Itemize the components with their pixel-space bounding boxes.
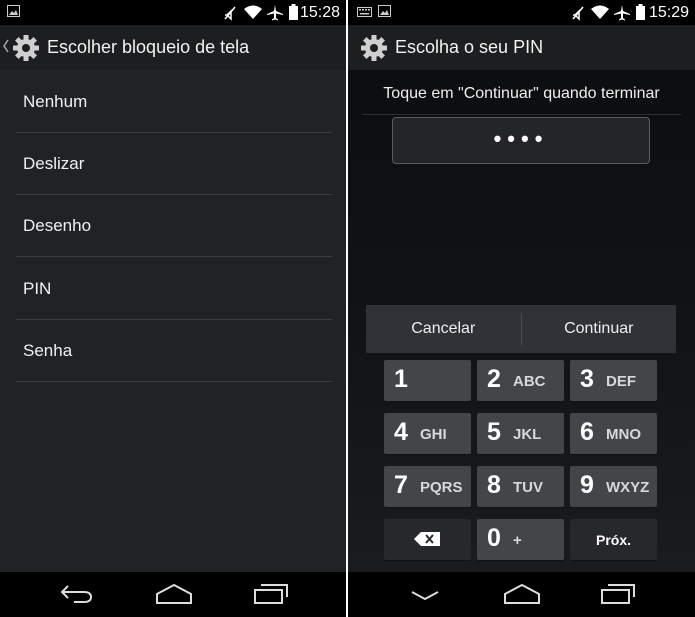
lock-option-none[interactable]: Nenhum <box>16 71 332 133</box>
key-digit: 6 <box>580 418 594 446</box>
home-icon[interactable] <box>155 583 193 605</box>
continue-button[interactable]: Continuar <box>522 305 677 353</box>
status-bar: 15:29 <box>348 0 695 25</box>
airplane-icon <box>267 5 283 21</box>
image-notification-icon <box>378 5 391 17</box>
recents-icon[interactable] <box>253 583 289 605</box>
key-letters: GHI <box>420 426 447 443</box>
key-digit: 3 <box>580 365 594 393</box>
key-letters: TUV <box>513 479 543 496</box>
key-digit: 2 <box>487 365 501 393</box>
battery-icon <box>289 4 298 20</box>
lock-option-pattern[interactable]: Desenho <box>16 195 332 257</box>
status-time: 15:29 <box>648 4 689 21</box>
key-letters: WXYZ <box>606 479 650 496</box>
key-letters: JKL <box>513 426 542 443</box>
lock-option-pin[interactable]: PIN <box>16 258 332 320</box>
list-item-label: Desenho <box>23 216 92 235</box>
cancel-button[interactable]: Cancelar <box>366 305 521 353</box>
image-notification-icon <box>7 5 20 17</box>
right-screen: 15:29 Escolha o seu PIN Toque em "Contin… <box>348 0 695 617</box>
key-letters: ABC <box>513 373 546 390</box>
key-1[interactable]: 1 <box>384 360 471 401</box>
lock-option-swipe[interactable]: Deslizar <box>16 133 332 195</box>
key-5[interactable]: 5 JKL <box>477 413 564 454</box>
pin-input[interactable]: •••• <box>392 117 650 164</box>
next-key[interactable]: Próx. <box>570 519 657 560</box>
key-7[interactable]: 7 PQRS <box>384 466 471 507</box>
vibrate-mute-icon <box>222 5 238 21</box>
chevron-left-icon[interactable] <box>3 39 9 58</box>
key-letters: PQRS <box>420 479 463 496</box>
navigation-bar <box>0 572 346 617</box>
wifi-icon <box>591 5 609 19</box>
key-9[interactable]: 9 WXYZ <box>570 466 657 507</box>
status-time: 15:28 <box>299 4 340 21</box>
gear-icon[interactable] <box>360 34 388 67</box>
battery-icon <box>636 4 645 20</box>
next-key-label: Próx. <box>595 532 631 548</box>
key-0[interactable]: 0 + <box>477 519 564 560</box>
airplane-icon <box>614 5 630 21</box>
lock-option-password[interactable]: Senha <box>16 320 332 382</box>
key-4[interactable]: 4 GHI <box>384 413 471 454</box>
key-letters: DEF <box>606 373 636 390</box>
button-bar: Cancelar Continuar <box>366 305 676 353</box>
back-icon[interactable] <box>60 583 94 605</box>
keyboard-notification-icon <box>357 7 372 17</box>
key-2[interactable]: 2 ABC <box>477 360 564 401</box>
navigation-bar <box>348 572 695 617</box>
divider <box>362 114 681 115</box>
pin-instruction: Toque em "Continuar" quando terminar <box>383 85 660 102</box>
left-screen: 15:28 Escolher bloqueio de tela Nenhum D… <box>0 0 346 617</box>
vibrate-mute-icon <box>570 5 586 21</box>
status-bar: 15:28 <box>0 0 346 25</box>
list-item-label: PIN <box>23 279 52 298</box>
list-item-label: Nenhum <box>23 92 88 111</box>
key-letters: + <box>513 532 522 549</box>
key-digit: 1 <box>394 365 408 393</box>
backspace-key[interactable] <box>384 519 471 560</box>
page-title: Escolha o seu PIN <box>395 37 544 57</box>
key-digit: 4 <box>394 418 408 446</box>
key-digit: 7 <box>394 471 408 499</box>
chevron-down-icon[interactable] <box>410 590 440 602</box>
gear-icon[interactable] <box>12 34 40 67</box>
key-8[interactable]: 8 TUV <box>477 466 564 507</box>
recents-icon[interactable] <box>600 583 636 605</box>
action-bar: Escolha o seu PIN <box>348 25 695 70</box>
key-letters: MNO <box>606 426 641 443</box>
key-6[interactable]: 6 MNO <box>570 413 657 454</box>
page-title: Escolher bloqueio de tela <box>47 37 250 57</box>
key-digit: 9 <box>580 471 594 499</box>
list-item-label: Senha <box>23 341 73 360</box>
key-digit: 8 <box>487 471 501 499</box>
wifi-icon <box>244 5 262 19</box>
backspace-icon <box>414 532 440 551</box>
key-digit: 0 <box>487 524 501 552</box>
action-bar: Escolher bloqueio de tela <box>0 25 346 70</box>
key-digit: 5 <box>487 418 501 446</box>
list-item-label: Deslizar <box>23 154 85 173</box>
home-icon[interactable] <box>503 583 541 605</box>
key-3[interactable]: 3 DEF <box>570 360 657 401</box>
